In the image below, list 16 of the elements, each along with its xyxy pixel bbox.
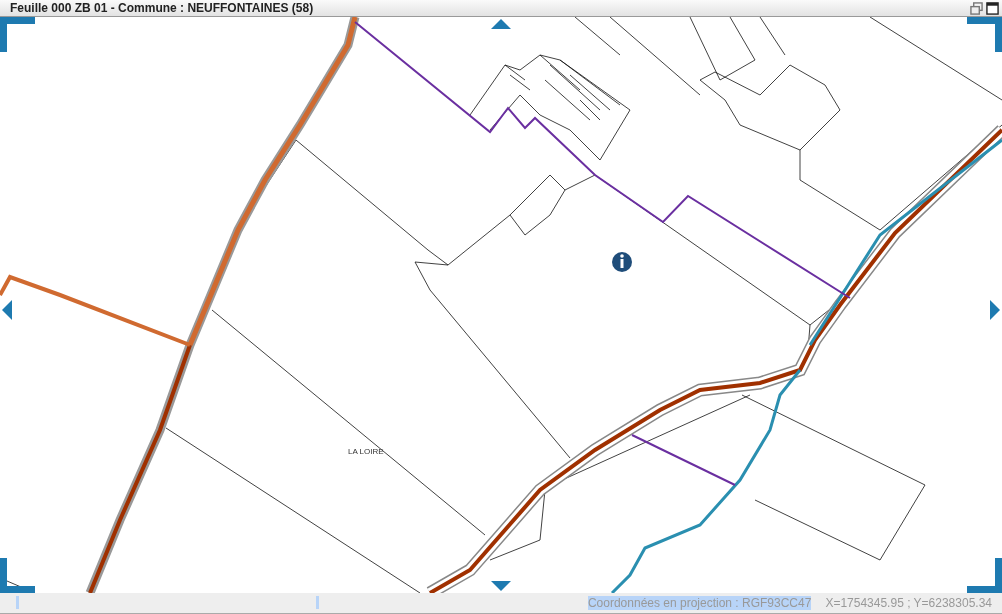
pan-right-icon[interactable] (990, 300, 1000, 320)
info-icon[interactable] (612, 252, 632, 272)
projection-label: Coordonnées en projection : RGF93CC47 (587, 596, 812, 610)
corner-bracket-icon (967, 558, 1002, 593)
coordinates-readout: X=1754345.95 ; Y=6238305.34 (825, 596, 992, 610)
pan-left-icon[interactable] (2, 300, 12, 320)
pan-up-icon[interactable] (491, 19, 511, 29)
restore-icon[interactable] (970, 1, 983, 15)
corner-bracket-icon (0, 558, 35, 593)
maximize-icon[interactable] (986, 1, 999, 15)
place-label: LA LOIRE (348, 447, 384, 456)
corner-bracket-icon (0, 17, 35, 52)
map-canvas[interactable]: LA LOIRE (0, 17, 1002, 593)
pan-down-icon[interactable] (491, 581, 511, 591)
corner-bracket-icon (967, 17, 1002, 52)
window-title: Feuille 000 ZB 01 - Commune : NEUFFONTAINES (58) (10, 1, 314, 15)
